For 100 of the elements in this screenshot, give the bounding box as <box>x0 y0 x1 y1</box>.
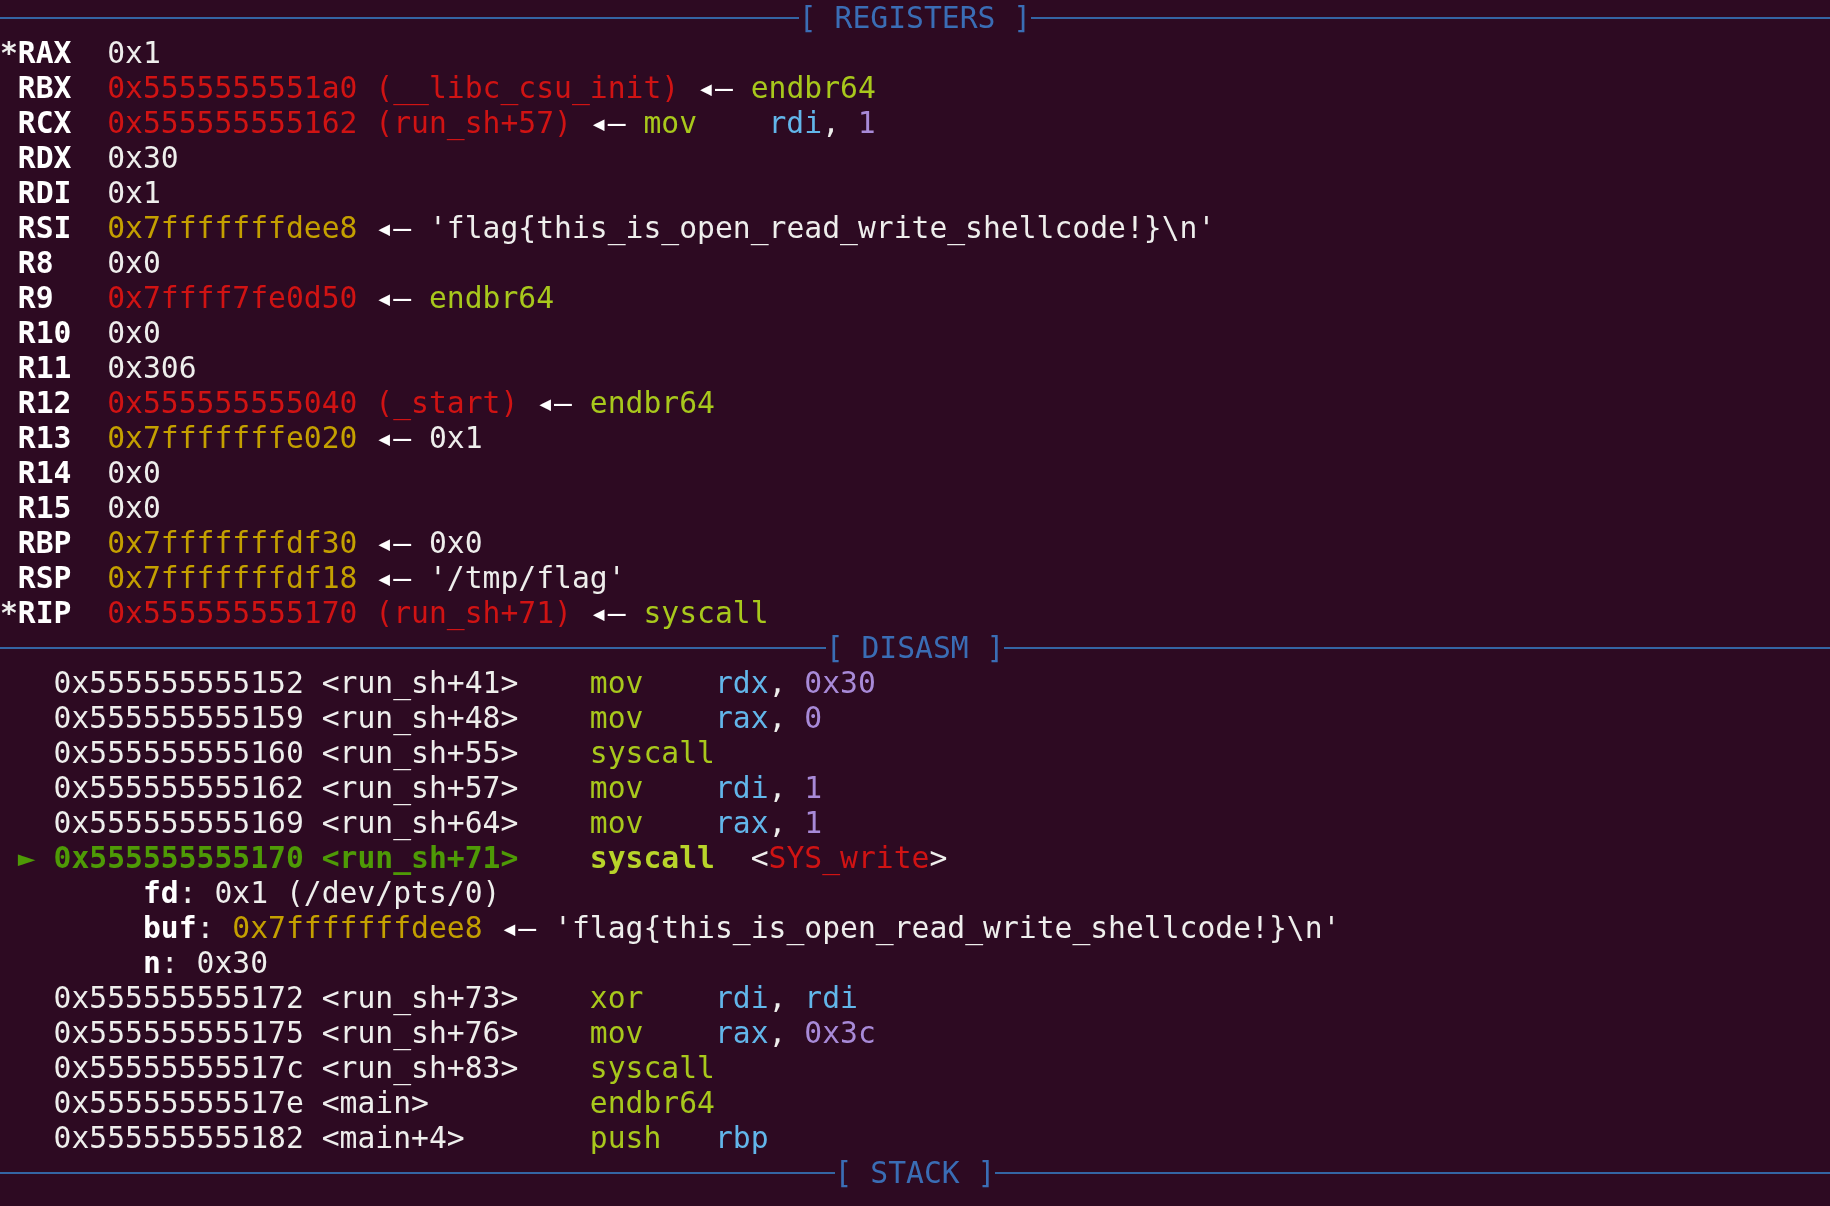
instruction-address: 0x555555555159 <box>53 700 304 735</box>
changed-marker: * <box>0 35 18 70</box>
hex-value: 0x1 <box>107 175 161 210</box>
instruction-address: 0x555555555162 <box>53 770 304 805</box>
instruction-address: 0x55555555517e <box>53 1085 304 1120</box>
hex-value: 0x1 <box>214 875 269 910</box>
hex-value: 0x30 <box>196 945 269 980</box>
stack-address: 0x7fffffffdee8 <box>232 910 483 945</box>
hex-value: 0x0 <box>428 525 483 560</box>
punctuation-mark: , <box>768 805 787 840</box>
punctuation-mark: , <box>768 700 787 735</box>
register-operand: rax <box>714 805 769 840</box>
register-name: RBX <box>17 70 73 105</box>
register-operand: rdi <box>768 105 823 140</box>
register-operand: rdi <box>714 980 769 1015</box>
register-name: RIP <box>17 595 73 630</box>
stack-address: 0x7fffffffe020 <box>107 420 358 455</box>
instruction-address: 0x555555555169 <box>53 805 304 840</box>
instruction-mnemonic: endbr64 <box>428 280 555 315</box>
argument-name: fd <box>143 875 179 910</box>
instruction-mnemonic: mov <box>589 1015 644 1050</box>
stack-address: 0x7fffffffdee8 <box>107 210 358 245</box>
register-name: R14 <box>17 455 73 490</box>
pointer-arrow: ◂— <box>697 70 733 105</box>
pointer-arrow: ◂— <box>500 910 537 945</box>
number-operand: 1 <box>804 770 823 805</box>
code-address: 0x555555555170 <box>107 595 358 630</box>
section-header: [ STACK ] <box>834 1155 996 1190</box>
pointer-arrow: ◂— <box>375 420 412 455</box>
code-address: SYS_write <box>768 840 930 875</box>
symbol-label: <run_sh+57> <box>321 770 519 805</box>
section-header: [ DISASM ] <box>825 630 1005 665</box>
register-name: R15 <box>17 490 73 525</box>
register-name: RDI <box>17 175 73 210</box>
symbol-label: <run_sh+48> <box>321 700 519 735</box>
instruction-mnemonic: mov <box>589 805 644 840</box>
instruction-address: 0x555555555152 <box>53 665 304 700</box>
pointer-arrow: ◂— <box>375 280 412 315</box>
instruction-mnemonic: endbr64 <box>589 385 715 420</box>
symbol-label: <run_sh+83> <box>321 1050 519 1085</box>
register-name: RCX <box>17 105 73 140</box>
instruction-mnemonic: mov <box>589 700 644 735</box>
punctuation-mark: < <box>750 840 769 875</box>
symbol-label: (_start) <box>375 385 519 420</box>
code-address: 0x5555555551a0 <box>107 70 358 105</box>
argument-name: n <box>143 945 161 980</box>
register-operand: rdi <box>804 980 858 1015</box>
symbol-label: <main+4> <box>321 1120 465 1155</box>
symbol-label: <run_sh+55> <box>321 735 519 770</box>
instruction-address: 0x555555555170 <box>53 840 304 875</box>
register-name: R12 <box>17 385 73 420</box>
punctuation-mark: : <box>196 910 215 945</box>
punctuation-mark: , <box>768 980 787 1015</box>
code-address: 0x7ffff7fe0d50 <box>107 280 358 315</box>
punctuation-mark: , <box>768 770 787 805</box>
symbol-label: <run_sh+41> <box>321 665 519 700</box>
register-name: R10 <box>17 315 73 350</box>
instruction-mnemonic: mov <box>589 770 644 805</box>
instruction-address: 0x555555555182 <box>53 1120 304 1155</box>
instruction-mnemonic: syscall <box>589 735 715 770</box>
instruction-mnemonic: endbr64 <box>589 1085 715 1120</box>
hex-value: 0x306 <box>107 350 197 385</box>
instruction-mnemonic: syscall <box>589 840 715 875</box>
instruction-mnemonic: syscall <box>589 1050 715 1085</box>
pointer-arrow: ◂— <box>536 385 572 420</box>
number-operand: 1 <box>857 105 876 140</box>
hex-value: 0x1 <box>107 35 161 70</box>
register-operand: rbp <box>714 1120 769 1155</box>
argument-name: buf <box>143 910 197 945</box>
register-name: R8 <box>17 245 55 280</box>
register-name: RDX <box>17 140 73 175</box>
symbol-label: <run_sh+76> <box>321 1015 519 1050</box>
instruction-mnemonic: mov <box>589 665 644 700</box>
register-name: R13 <box>17 420 73 455</box>
hex-value: 0x30 <box>107 140 179 175</box>
register-name: R9 <box>17 280 55 315</box>
register-name: RSI <box>17 210 73 245</box>
punctuation-mark: , <box>768 665 787 700</box>
number-operand: 0x3c <box>804 1015 876 1050</box>
punctuation-mark: , <box>768 1015 787 1050</box>
code-address: 0x555555555040 <box>107 385 358 420</box>
instruction-address: 0x555555555160 <box>53 735 304 770</box>
stack-address: 0x7fffffffdf18 <box>107 560 358 595</box>
instruction-address: 0x55555555517c <box>53 1050 304 1085</box>
register-operand: rax <box>714 1015 769 1050</box>
punctuation-mark: : <box>160 945 179 980</box>
symbol-label: <run_sh+71> <box>321 840 519 875</box>
punctuation-mark: : <box>178 875 197 910</box>
hex-value: 0x0 <box>107 315 161 350</box>
register-operand: rdx <box>714 665 769 700</box>
stack-address: 0x7fffffffdf30 <box>107 525 358 560</box>
symbol-label: <run_sh+73> <box>321 980 519 1015</box>
symbol-label: <run_sh+64> <box>321 805 519 840</box>
pointer-arrow: ◂— <box>375 560 412 595</box>
number-operand: 0x30 <box>804 665 876 700</box>
symbol-label: (run_sh+71) <box>375 595 572 630</box>
instruction-mnemonic: endbr64 <box>750 70 876 105</box>
punctuation-mark: > <box>929 840 948 875</box>
hex-value: 0x1 <box>428 420 483 455</box>
symbol-label: (run_sh+57) <box>375 105 572 140</box>
